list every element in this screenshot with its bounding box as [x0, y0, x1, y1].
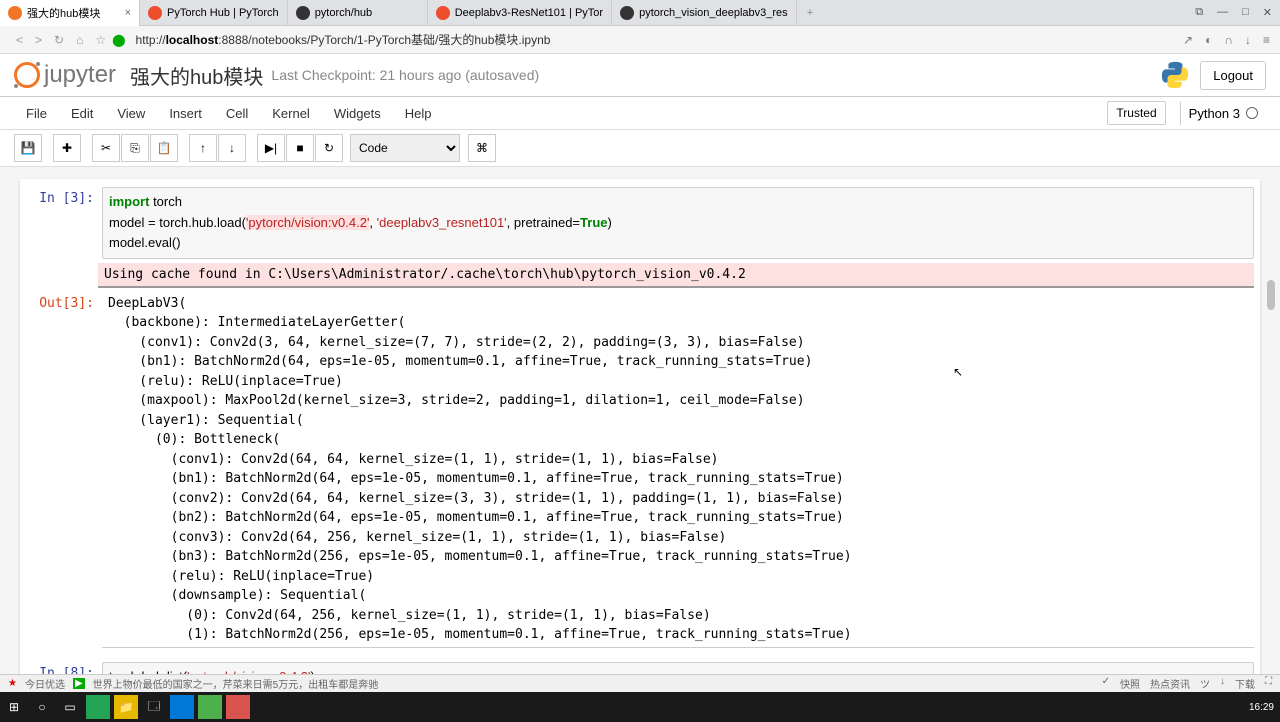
github-icon: [296, 6, 310, 20]
start-button[interactable]: ⊞: [2, 695, 26, 719]
app-icon[interactable]: [226, 695, 250, 719]
cell-type-select[interactable]: Code: [350, 134, 460, 162]
maximize-icon[interactable]: □: [1242, 6, 1249, 19]
menu-view[interactable]: View: [105, 102, 157, 125]
tab-deeplab[interactable]: Deeplabv3-ResNet101 | PyTor: [428, 0, 612, 26]
code-cell-3[interactable]: In [3]: import torchmodel = torch.hub.lo…: [20, 185, 1260, 261]
status-r3[interactable]: ツ: [1200, 676, 1210, 691]
clock[interactable]: 16:29: [1243, 702, 1280, 713]
status-r1[interactable]: 快照: [1120, 676, 1140, 691]
home-icon[interactable]: ⌂: [76, 33, 83, 47]
minimize-icon[interactable]: —: [1217, 6, 1228, 19]
pytorch-icon: [436, 6, 450, 20]
tab-github[interactable]: pytorch/hub: [288, 0, 428, 26]
trusted-badge[interactable]: Trusted: [1107, 101, 1165, 125]
secure-icon: ⬤: [112, 33, 125, 47]
forward-icon[interactable]: >: [35, 33, 42, 47]
download-icon[interactable]: ↓: [1245, 33, 1251, 47]
notebook-area[interactable]: In [3]: import torchmodel = torch.hub.lo…: [0, 167, 1280, 697]
menu-kernel[interactable]: Kernel: [260, 102, 322, 125]
github-icon: [620, 6, 634, 20]
close-icon[interactable]: ✕: [1263, 6, 1272, 19]
add-cell-button[interactable]: ✚: [53, 134, 81, 162]
move-down-button[interactable]: ↓: [218, 134, 246, 162]
app-icon[interactable]: 🗔: [142, 695, 166, 719]
back-icon[interactable]: <: [16, 33, 23, 47]
move-up-button[interactable]: ↑: [189, 134, 217, 162]
status-left2[interactable]: 世界上物价最低的国家之一，芹菜来日需5万元，出租车都是奔驰: [93, 676, 379, 691]
status-left1[interactable]: 今日优选: [25, 676, 65, 691]
tab-label: pytorch_vision_deeplabv3_res: [639, 7, 788, 19]
pytorch-icon: [148, 6, 162, 20]
status-r2[interactable]: 热点资讯: [1150, 676, 1190, 691]
menu-cell[interactable]: Cell: [214, 102, 260, 125]
stop-button[interactable]: ■: [286, 134, 314, 162]
kernel-indicator[interactable]: Python 3: [1180, 102, 1266, 125]
explorer-icon[interactable]: 📁: [114, 695, 138, 719]
output-cell-3: Out[3]: DeepLabV3( (backbone): Intermedi…: [20, 290, 1260, 650]
headphone-icon[interactable]: ∩: [1224, 33, 1233, 47]
menu-help[interactable]: Help: [393, 102, 444, 125]
star-icon[interactable]: ☆: [95, 33, 106, 47]
menu-widgets[interactable]: Widgets: [322, 102, 393, 125]
new-tab-button[interactable]: +: [797, 7, 823, 19]
logout-button[interactable]: Logout: [1200, 61, 1266, 90]
app-icon[interactable]: [86, 695, 110, 719]
menu-icon[interactable]: ≡: [1263, 33, 1270, 47]
cortana-icon[interactable]: ○: [30, 695, 54, 719]
stderr-text: Using cache found in C:\Users\Administra…: [98, 263, 1254, 288]
python-icon: [1160, 60, 1190, 90]
tab-notebook[interactable]: 强大的hub模块 ×: [0, 0, 140, 26]
tab-vision[interactable]: pytorch_vision_deeplabv3_res: [612, 0, 797, 26]
tab-label: 强大的hub模块: [27, 5, 100, 21]
app-icon[interactable]: [170, 695, 194, 719]
reload-icon[interactable]: ↻: [54, 33, 64, 47]
close-icon[interactable]: ×: [125, 7, 131, 19]
mouse-cursor: ↖: [953, 365, 963, 379]
tab-label: PyTorch Hub | PyTorch: [167, 7, 279, 19]
menu-file[interactable]: File: [14, 102, 59, 125]
share-icon[interactable]: ↗: [1183, 33, 1193, 47]
output-warning: Using cache found in C:\Users\Administra…: [20, 261, 1260, 290]
menu-bar: File Edit View Insert Cell Kernel Widget…: [0, 97, 1280, 130]
scroll-thumb[interactable]: [1267, 280, 1275, 310]
jupyter-icon: [8, 6, 22, 20]
status-bar: ★今日优选 ▶世界上物价最低的国家之一，芹菜来日需5万元，出租车都是奔驰 ✓快照…: [0, 674, 1280, 692]
code-input[interactable]: import torchmodel = torch.hub.load('pyto…: [102, 187, 1254, 259]
in-prompt: In [3]:: [30, 187, 102, 259]
out-prompt: Out[3]:: [30, 292, 102, 648]
tab-label: Deeplabv3-ResNet101 | PyTor: [455, 7, 603, 19]
taskview-icon[interactable]: ▭: [58, 695, 82, 719]
url-text[interactable]: http://localhost:8888/notebooks/PyTorch/…: [136, 31, 551, 48]
command-palette-button[interactable]: ⌘: [468, 134, 496, 162]
toolbar: 💾 ✚ ✂ ⎘ 📋 ↑ ↓ ▶| ■ ↻ Code ⌘: [0, 130, 1280, 167]
address-bar: < > ↻ ⌂ ☆ ⬤ http://localhost:8888/notebo…: [0, 26, 1280, 54]
save-button[interactable]: 💾: [14, 134, 42, 162]
cut-button[interactable]: ✂: [92, 134, 120, 162]
checkpoint-text: Last Checkpoint: 21 hours ago (autosaved…: [271, 67, 539, 83]
restart-button[interactable]: ↻: [315, 134, 343, 162]
kernel-status-icon: [1246, 107, 1258, 119]
copy-button[interactable]: ⎘: [121, 134, 149, 162]
run-button[interactable]: ▶|: [257, 134, 285, 162]
scrollbar[interactable]: [1267, 180, 1277, 672]
menu-insert[interactable]: Insert: [157, 102, 214, 125]
output-text: DeepLabV3( (backbone): IntermediateLayer…: [102, 292, 1254, 647]
app-icon[interactable]: [198, 695, 222, 719]
tab-label: pytorch/hub: [315, 7, 372, 19]
sync-icon[interactable]: ◐: [1205, 33, 1212, 47]
paste-button[interactable]: 📋: [150, 134, 178, 162]
notebook-header: jupyter 强大的hub模块 Last Checkpoint: 21 hou…: [0, 54, 1280, 97]
jupyter-logo[interactable]: jupyter: [14, 61, 116, 89]
taskbar: ⊞ ○ ▭ 📁 🗔 16:29: [0, 692, 1280, 722]
menu-edit[interactable]: Edit: [59, 102, 105, 125]
status-r4[interactable]: 下载: [1235, 676, 1255, 691]
browser-tabs: 强大的hub模块 × PyTorch Hub | PyTorch pytorch/…: [0, 0, 1280, 26]
window-control-icon[interactable]: ⧉: [1195, 6, 1203, 19]
tab-pytorch-hub[interactable]: PyTorch Hub | PyTorch: [140, 0, 288, 26]
notebook-title[interactable]: 强大的hub模块: [130, 61, 263, 90]
